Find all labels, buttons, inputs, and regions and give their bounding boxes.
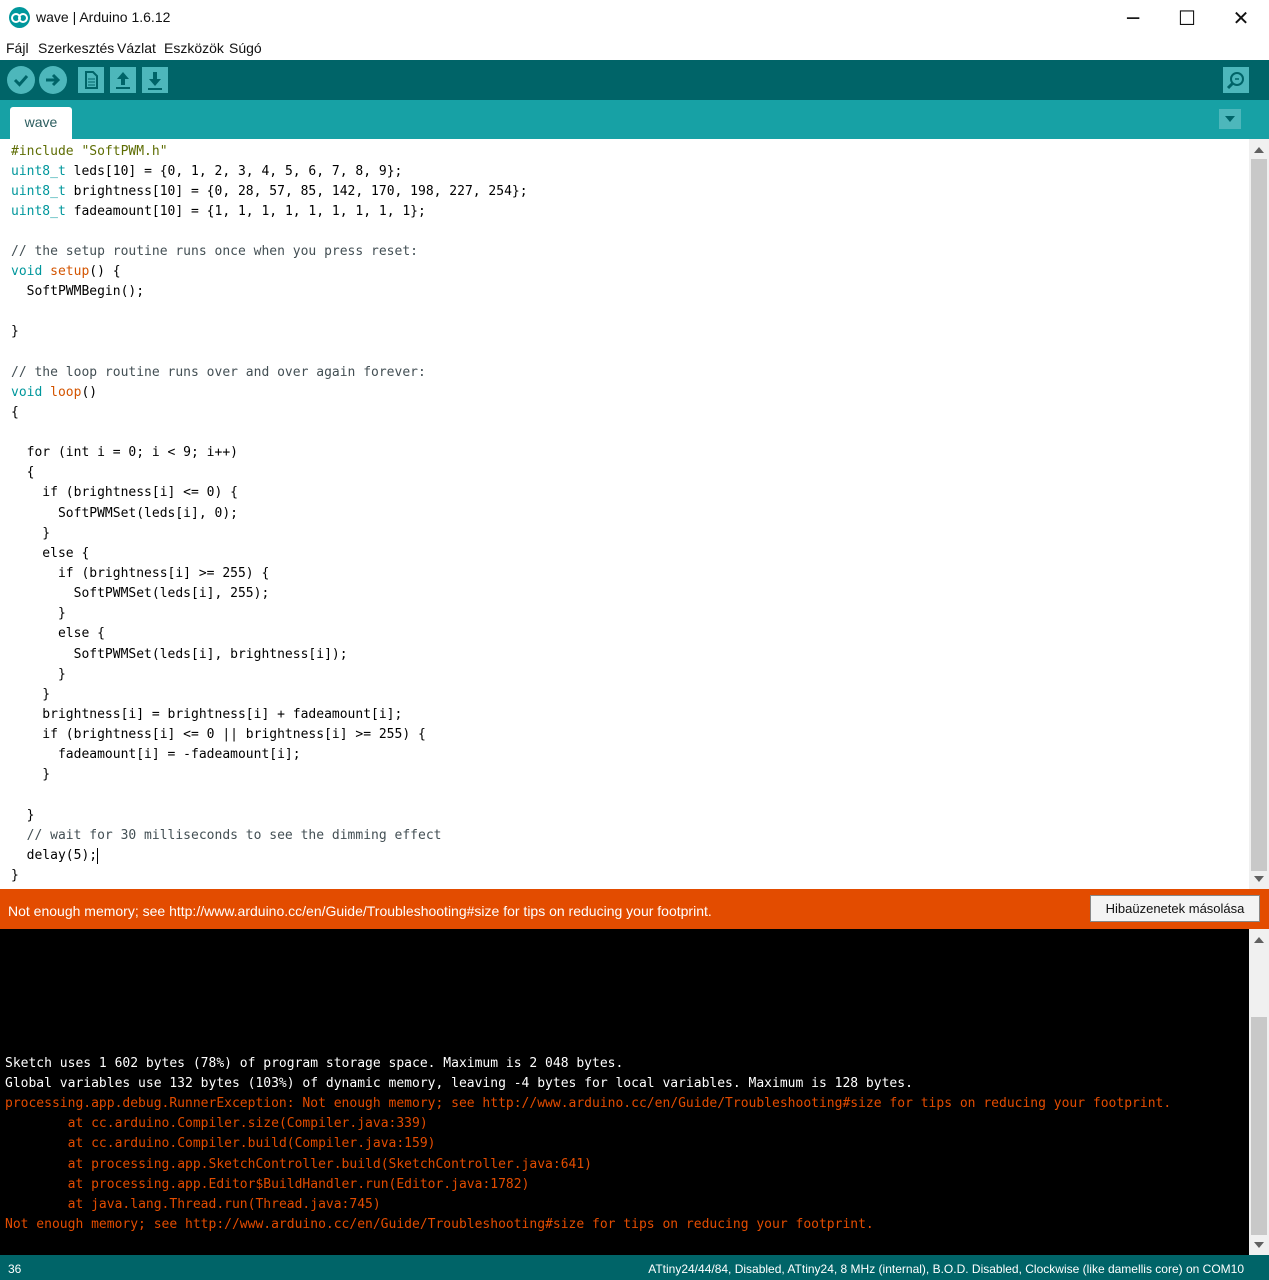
- code-line: }: [11, 868, 19, 883]
- error-bar: Not enough memory; see http://www.arduin…: [0, 889, 1269, 929]
- code-line: {: [11, 405, 19, 420]
- verify-icon: [13, 75, 29, 87]
- code-line: void setup() {: [11, 264, 121, 279]
- code-line: else {: [11, 546, 90, 561]
- code-line: for (int i = 0; i < 9; i++): [11, 445, 238, 460]
- console-line: at cc.arduino.Compiler.size(Compiler.jav…: [5, 1116, 428, 1131]
- code-editor[interactable]: #include "SoftPWM.h" uint8_t leds[10] = …: [0, 139, 1249, 889]
- scroll-up-icon[interactable]: [1254, 147, 1264, 153]
- code-line: uint8_t leds[10] = {0, 1, 2, 3, 4, 5, 6,…: [11, 164, 403, 179]
- copy-error-messages-button[interactable]: Hibaüzenetek másolása: [1090, 895, 1260, 922]
- board-info: ATtiny24/44/84, Disabled, ATtiny24, 8 MH…: [648, 1262, 1244, 1276]
- status-bar: 36 ATtiny24/44/84, Disabled, ATtiny24, 8…: [0, 1255, 1269, 1280]
- code-line: SoftPWMBegin();: [11, 284, 145, 299]
- code-line: #include "SoftPWM.h": [11, 144, 168, 159]
- code-line: if (brightness[i] <= 0 || brightness[i] …: [11, 727, 426, 742]
- tab-menu-chevron-down-icon[interactable]: [1219, 109, 1241, 129]
- arduino-logo-icon: [9, 7, 30, 28]
- code-line: uint8_t fadeamount[10] = {1, 1, 1, 1, 1,…: [11, 204, 426, 219]
- console-scroll-thumb[interactable]: [1251, 1017, 1267, 1235]
- error-message: Not enough memory; see http://www.arduin…: [8, 903, 712, 919]
- code-line: }: [11, 324, 19, 339]
- code-line: brightness[i] = brightness[i] + fadeamou…: [11, 707, 403, 722]
- menu-sketch[interactable]: Vázlat: [117, 40, 156, 56]
- code-line: SoftPWMSet(leds[i], brightness[i]);: [11, 647, 348, 662]
- code-line: // wait for 30 milliseconds to see the d…: [11, 828, 442, 843]
- code-line: if (brightness[i] <= 0) {: [11, 485, 238, 500]
- console-scrollbar[interactable]: [1249, 929, 1269, 1255]
- serial-monitor-icon: [1226, 72, 1244, 90]
- serial-monitor-button[interactable]: [1223, 67, 1249, 93]
- code-line: else {: [11, 626, 105, 641]
- console-line: at processing.app.SketchController.build…: [5, 1157, 593, 1172]
- minimize-button[interactable]: ─: [1106, 0, 1160, 36]
- upload-button[interactable]: [39, 66, 67, 94]
- code-line: SoftPWMSet(leds[i], 0);: [11, 506, 238, 521]
- verify-button[interactable]: [7, 66, 35, 94]
- upload-icon: [46, 73, 61, 87]
- code-line: }: [11, 606, 66, 621]
- scroll-up-icon[interactable]: [1254, 937, 1264, 943]
- menu-tools[interactable]: Eszközök: [164, 40, 224, 56]
- code-line: // the setup routine runs once when you …: [11, 244, 418, 259]
- code-line: delay(5);: [11, 847, 99, 864]
- console-line: Not enough memory; see http://www.arduin…: [5, 1217, 874, 1232]
- scroll-down-icon[interactable]: [1254, 1242, 1264, 1248]
- code-line: }: [11, 687, 51, 702]
- console-line: processing.app.debug.RunnerException: No…: [5, 1096, 1172, 1111]
- menu-bar: Fájl Szerkesztés Vázlat Eszközök Súgó: [0, 36, 1269, 60]
- close-button[interactable]: ✕: [1214, 0, 1268, 36]
- code-line: SoftPWMSet(leds[i], 255);: [11, 586, 270, 601]
- save-icon: [148, 72, 162, 90]
- editor-scroll-thumb[interactable]: [1251, 159, 1267, 871]
- title-bar: wave | Arduino 1.6.12 ─ ☐ ✕: [0, 0, 1269, 36]
- new-icon: [85, 71, 98, 89]
- code-line: }: [11, 808, 35, 823]
- open-button[interactable]: [110, 67, 136, 93]
- window-title: wave | Arduino 1.6.12: [36, 9, 171, 25]
- menu-edit[interactable]: Szerkesztés: [38, 40, 114, 56]
- toolbar: [0, 60, 1269, 100]
- code-line: fadeamount[i] = -fadeamount[i];: [11, 747, 301, 762]
- code-line: {: [11, 465, 35, 480]
- menu-help[interactable]: Súgó: [229, 40, 262, 56]
- console-line: at java.lang.Thread.run(Thread.java:745): [5, 1197, 381, 1212]
- tab-wave[interactable]: wave: [10, 107, 72, 139]
- code-line: // the loop routine runs over and over a…: [11, 365, 426, 380]
- tab-bar: wave: [0, 100, 1269, 139]
- console-line: at cc.arduino.Compiler.build(Compiler.ja…: [5, 1136, 436, 1151]
- new-button[interactable]: [78, 67, 104, 93]
- open-icon: [116, 72, 130, 89]
- menu-file[interactable]: Fájl: [6, 40, 29, 56]
- save-button[interactable]: [142, 67, 168, 93]
- scroll-down-icon[interactable]: [1254, 876, 1264, 882]
- code-line: if (brightness[i] >= 255) {: [11, 566, 270, 581]
- maximize-button[interactable]: ☐: [1160, 0, 1214, 36]
- code-line: }: [11, 667, 66, 682]
- console-line: at processing.app.Editor$BuildHandler.ru…: [5, 1177, 530, 1192]
- code-line: }: [11, 526, 51, 541]
- console-output[interactable]: Sketch uses 1 602 bytes (78%) of program…: [0, 929, 1249, 1255]
- console-line: Sketch uses 1 602 bytes (78%) of program…: [5, 1056, 624, 1071]
- code-line: void loop(): [11, 385, 98, 400]
- line-number: 36: [8, 1262, 22, 1276]
- console-line: Global variables use 132 bytes (103%) of…: [5, 1076, 913, 1091]
- editor-scrollbar[interactable]: [1249, 139, 1269, 889]
- code-line: }: [11, 767, 51, 782]
- text-caret: [97, 847, 99, 864]
- code-line: uint8_t brightness[10] = {0, 28, 57, 85,…: [11, 184, 528, 199]
